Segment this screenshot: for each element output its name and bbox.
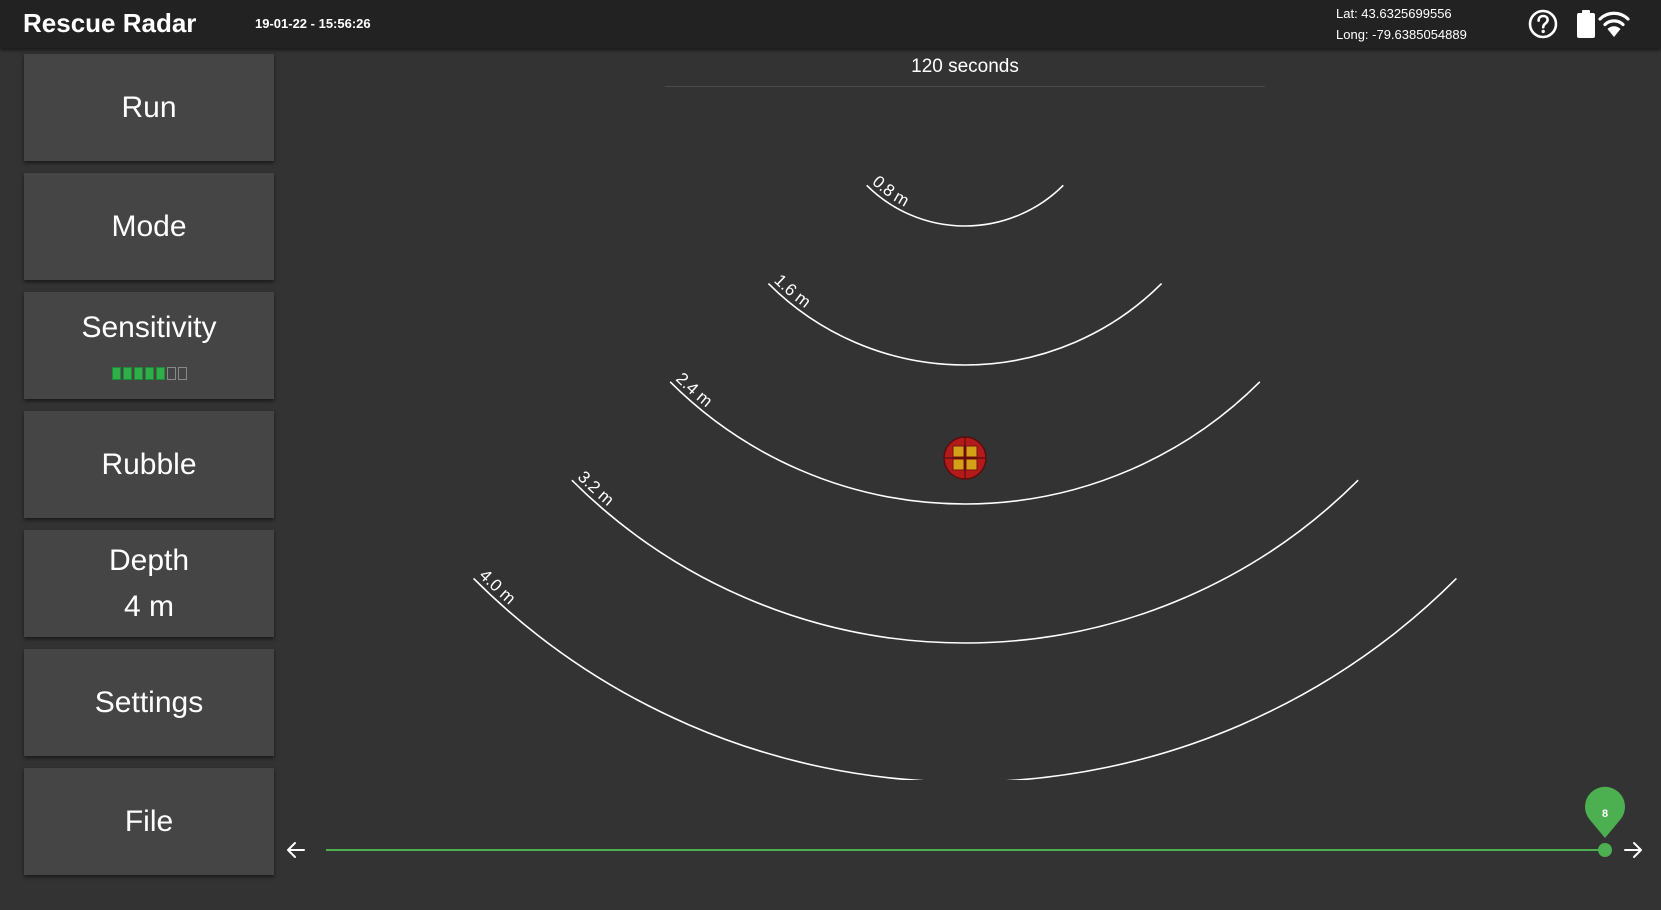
depth-ring (472, 577, 1458, 780)
datetime: 19-01-22 - 15:56:26 (255, 16, 371, 31)
timeline-forward-arrow-icon[interactable] (1624, 842, 1642, 858)
longitude: Long: -79.6385054889 (1336, 27, 1467, 42)
app-title: Rescue Radar (23, 8, 197, 38)
top-bar: Rescue Radar 19-01-22 - 15:56:26 Lat: 43… (0, 0, 1661, 48)
timeline-slider[interactable]: 8 (280, 780, 1660, 860)
timeline-back-arrow-icon[interactable] (287, 842, 305, 858)
file-button[interactable]: File (24, 768, 274, 875)
wifi-icon (1598, 11, 1630, 37)
latitude: Lat: 43.6325699556 (1336, 6, 1452, 21)
timeline-thumb[interactable] (1598, 843, 1612, 857)
file-button-label: File (124, 804, 174, 838)
timeline-value-pin: 8 (1585, 786, 1625, 838)
help-icon[interactable] (1527, 8, 1559, 40)
radar-display: 0.8 m1.6 m2.4 m3.2 m4.0 m (472, 172, 1458, 780)
timeline-value-label: 8 (1602, 808, 1608, 820)
depth-ring (767, 283, 1163, 366)
gps-readout: Lat: 43.6325699556 Long: -79.6385054889 (1336, 3, 1467, 45)
target-grid-icon[interactable] (943, 436, 987, 480)
